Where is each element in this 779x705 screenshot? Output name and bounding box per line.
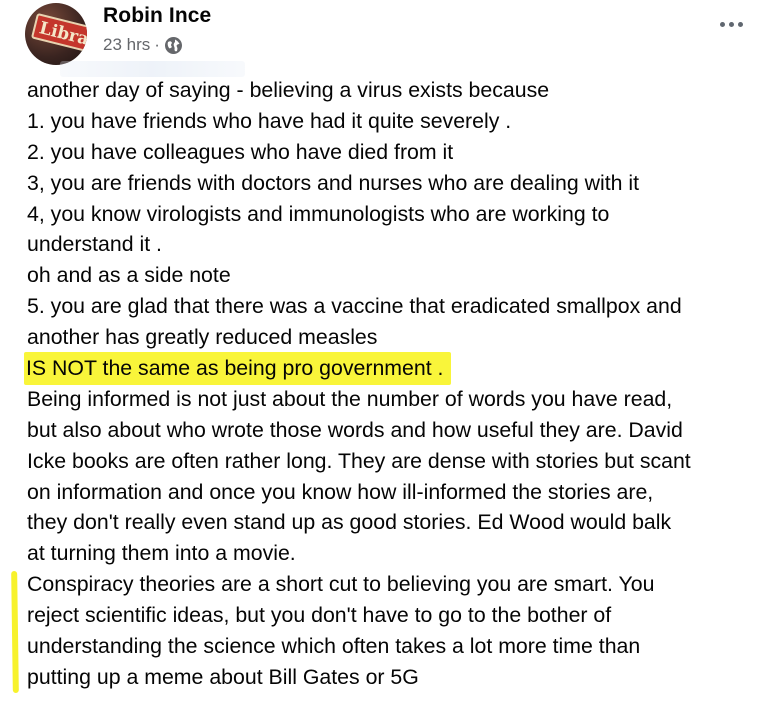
author-name[interactable]: Robin Ince [103,4,211,28]
post-body: another day of saying - believing a viru… [24,75,772,693]
ellipsis-dot [728,21,734,27]
post-line: on information and once you know how ill… [27,479,654,504]
post-line: 5. you are glad that there was a vaccine… [27,294,682,319]
post-line: at turning them into a movie. [27,541,296,566]
post-meta: 23 hrs · [103,35,183,55]
post-line: but also about who wrote those words and… [27,417,683,442]
post-line: reject scientific ideas, but you don't h… [27,603,612,628]
post-line: Being informed is not just about the num… [27,386,673,411]
ellipsis-icon [719,21,725,27]
ellipsis-dot [737,21,743,27]
post-line: Conspiracy theories are a short cut to b… [27,572,655,597]
post-line: Icke books are often rather long. They a… [27,448,691,473]
avatar-sign: Librar [30,12,87,56]
post-line: they don't really even stand up as good … [27,510,672,535]
avatar[interactable]: Librar [25,3,87,65]
highlighted-text: IS NOT the same as being pro government … [24,353,452,384]
post-line: another day of saying - believing a viru… [27,78,550,102]
post-line: 2. you have colleagues who have died fro… [27,139,454,164]
post-line: 1. you have friends who have had it quit… [27,108,512,133]
post-line: putting up a meme about Bill Gates or 5G [27,664,419,689]
post-line: oh and as a side note [27,263,231,288]
post-line: understanding the science which often ta… [27,634,641,659]
highlighter-side-mark [11,570,19,694]
more-options-button[interactable] [716,14,746,34]
post-line: 4, you know virologists and immunologist… [27,201,610,226]
globe-icon[interactable] [164,36,183,55]
post-timestamp[interactable]: 23 hrs [103,35,150,55]
meta-separator: · [154,35,160,54]
post-line: 3, you are friends with doctors and nurs… [27,170,640,195]
post-line: another has greatly reduced measles [27,325,378,350]
highlighted-line: IS NOT the same as being pro government … [24,353,772,384]
post-line: understand it . [27,232,162,257]
